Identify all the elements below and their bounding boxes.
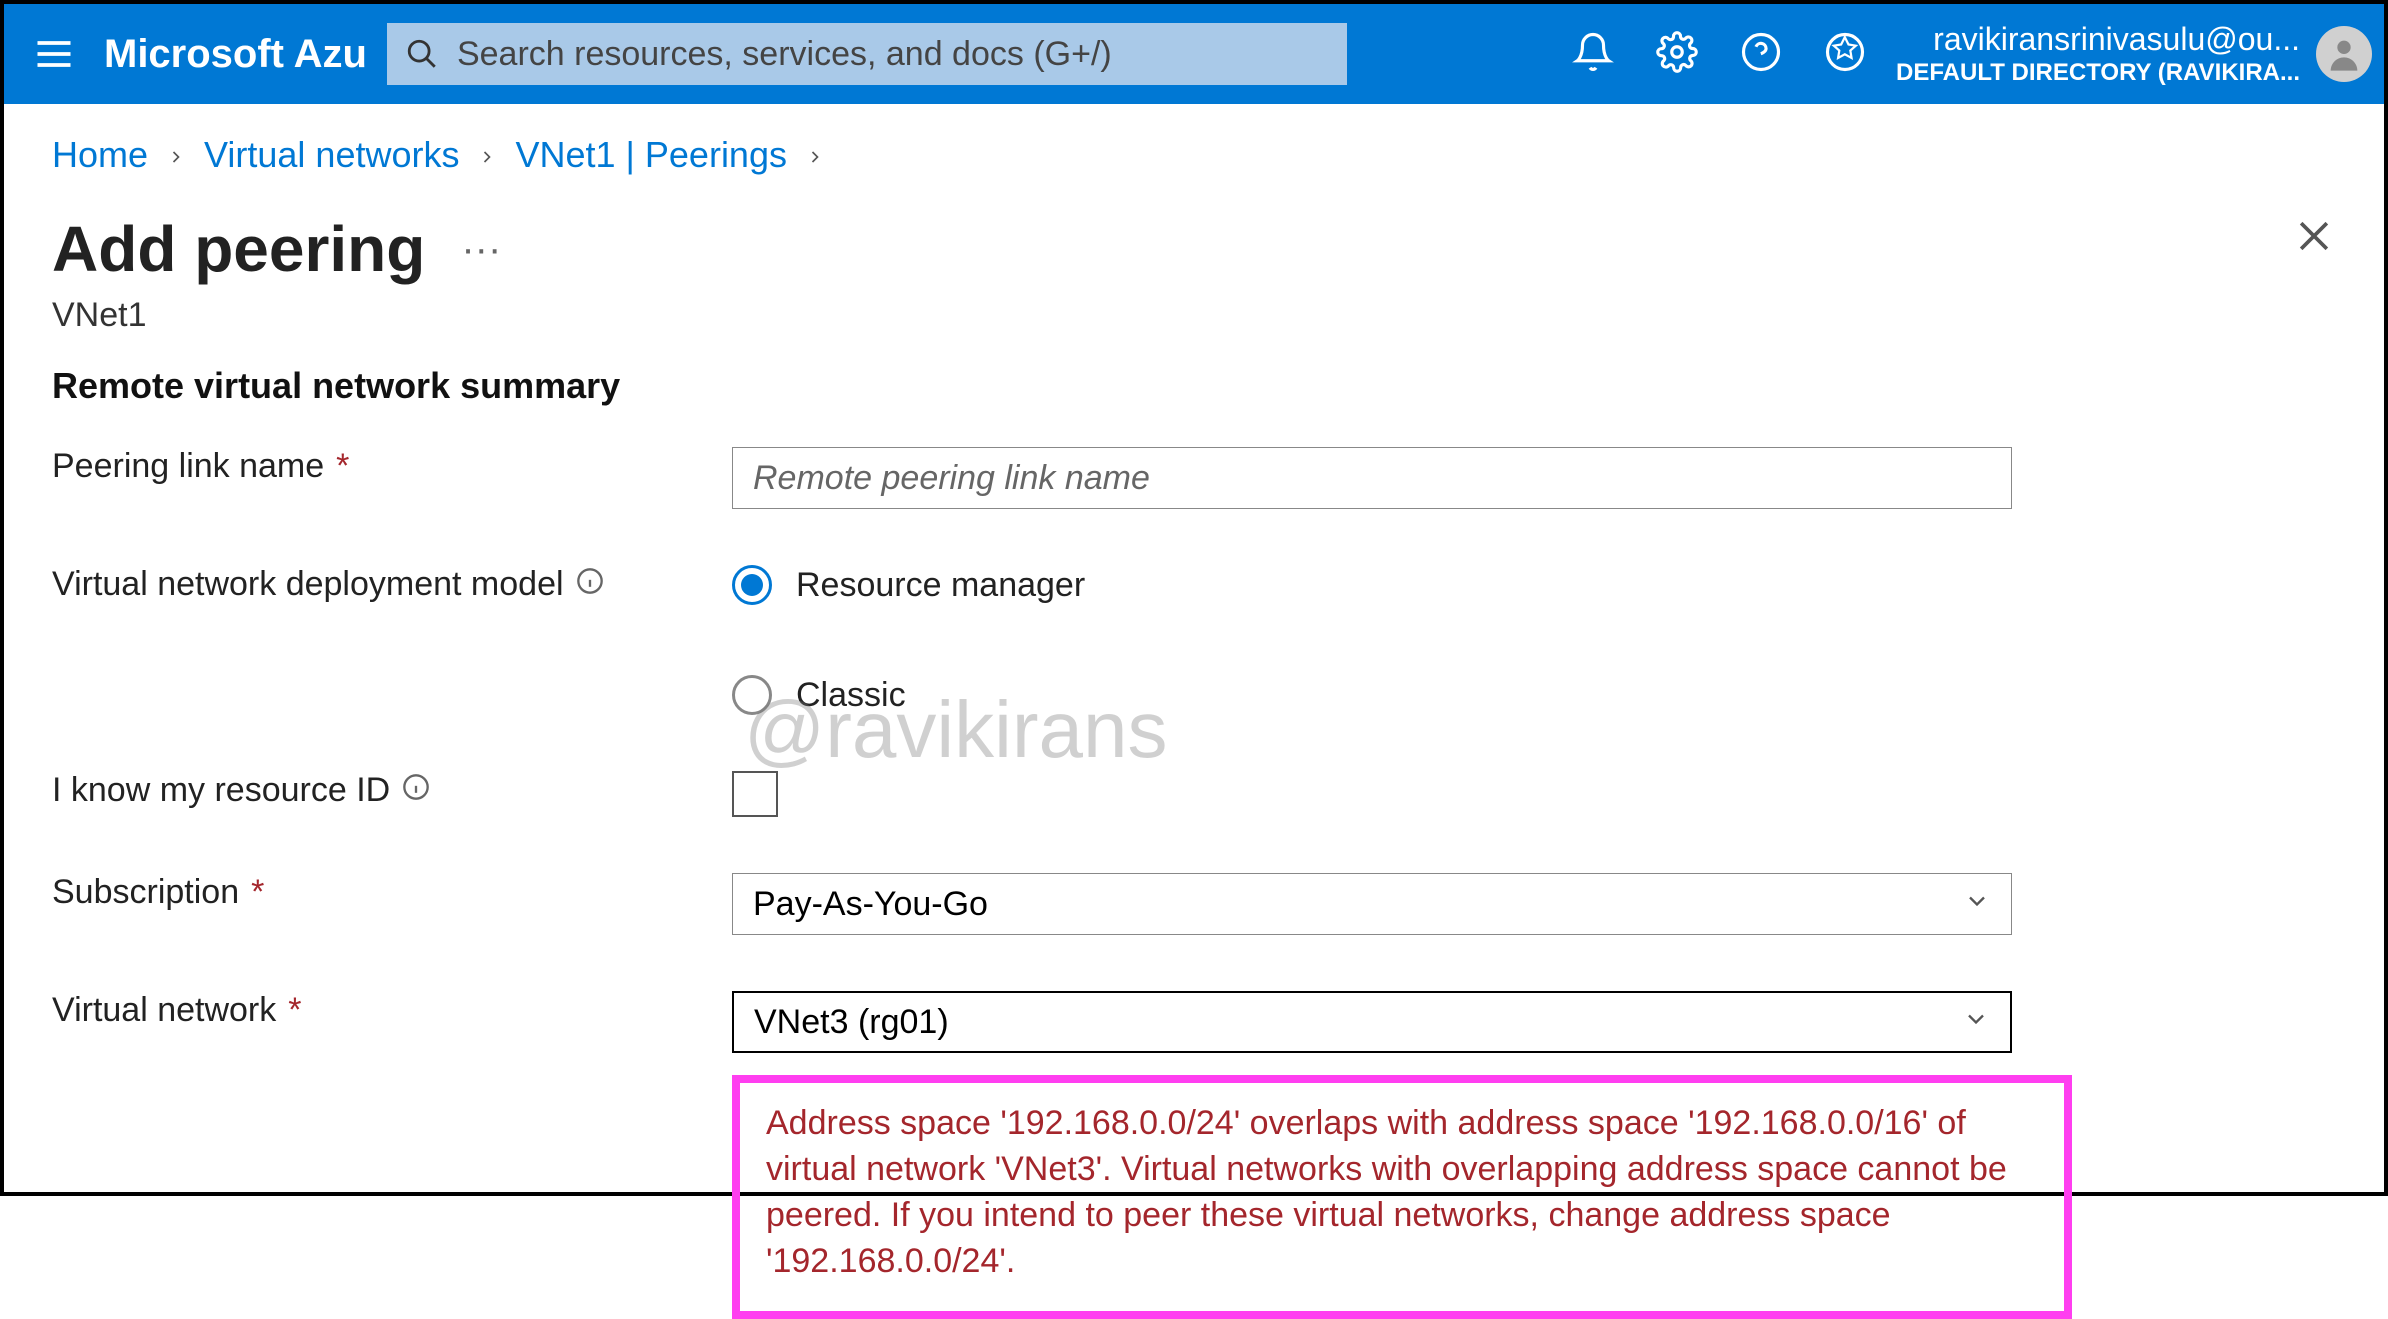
virtual-network-value: VNet3 (rg01) [754,1003,949,1042]
account-email: ravikiransrinivasulu@ou... [1896,20,2300,58]
chevron-right-icon [166,134,186,176]
section-header: Remote virtual network summary [52,365,2336,407]
subscription-select[interactable]: Pay-As-You-Go [732,873,2012,935]
chevron-down-icon [1963,885,1991,924]
top-icon-bar [1542,31,1896,78]
error-message-box: Address space '192.168.0.0/24' overlaps … [732,1075,2072,1319]
notifications-icon[interactable] [1572,31,1614,78]
search-input[interactable] [387,23,1347,85]
search-icon [405,37,439,76]
more-actions-button[interactable]: ··· [461,227,501,272]
account-directory: DEFAULT DIRECTORY (RAVIKIRA... [1896,59,2300,88]
brand-logo: Microsoft Azu [104,32,387,77]
error-message-text: Address space '192.168.0.0/24' overlaps … [766,1101,2038,1285]
global-search[interactable] [387,23,1347,85]
radio-classic[interactable]: Classic [732,675,2012,715]
know-resource-id-label: I know my resource ID [52,771,732,810]
info-icon[interactable] [576,565,604,604]
subscription-label: Subscription * [52,873,732,912]
radio-label: Classic [796,676,906,715]
virtual-network-label: Virtual network * [52,991,732,1030]
chevron-right-icon [477,134,497,176]
breadcrumb-link-peerings[interactable]: VNet1 | Peerings [515,134,787,176]
breadcrumb-link-home[interactable]: Home [52,134,148,176]
hamburger-menu-button[interactable] [4,32,104,76]
virtual-network-select[interactable]: VNet3 (rg01) [732,991,2012,1053]
settings-icon[interactable] [1656,31,1698,78]
close-button[interactable] [2292,214,2336,263]
form: Peering link name * Virtual network depl… [52,447,2336,1319]
avatar[interactable] [2316,26,2372,82]
info-icon[interactable] [402,771,430,810]
feedback-icon[interactable] [1824,31,1866,78]
page-title: Add peering [52,212,425,286]
peering-link-name-input[interactable] [732,447,2012,509]
breadcrumb: Home Virtual networks VNet1 | Peerings [52,134,2336,176]
breadcrumb-link-vnets[interactable]: Virtual networks [204,134,459,176]
chevron-down-icon [1962,1003,1990,1042]
top-bar: Microsoft Azu ravikiransrinivasulu@ou...… [4,4,2384,104]
radio-label: Resource manager [796,566,1085,605]
deployment-model-label: Virtual network deployment model [52,565,732,604]
subscription-value: Pay-As-You-Go [753,885,988,924]
account-panel[interactable]: ravikiransrinivasulu@ou... DEFAULT DIREC… [1896,20,2384,87]
know-resource-id-checkbox[interactable] [732,771,778,817]
radio-resource-manager[interactable]: Resource manager [732,565,2012,605]
help-icon[interactable] [1740,31,1782,78]
chevron-right-icon [805,134,825,176]
main-content: Home Virtual networks VNet1 | Peerings A… [4,104,2384,1319]
peering-link-name-label: Peering link name * [52,447,732,486]
page-subtitle: VNet1 [52,296,2336,335]
